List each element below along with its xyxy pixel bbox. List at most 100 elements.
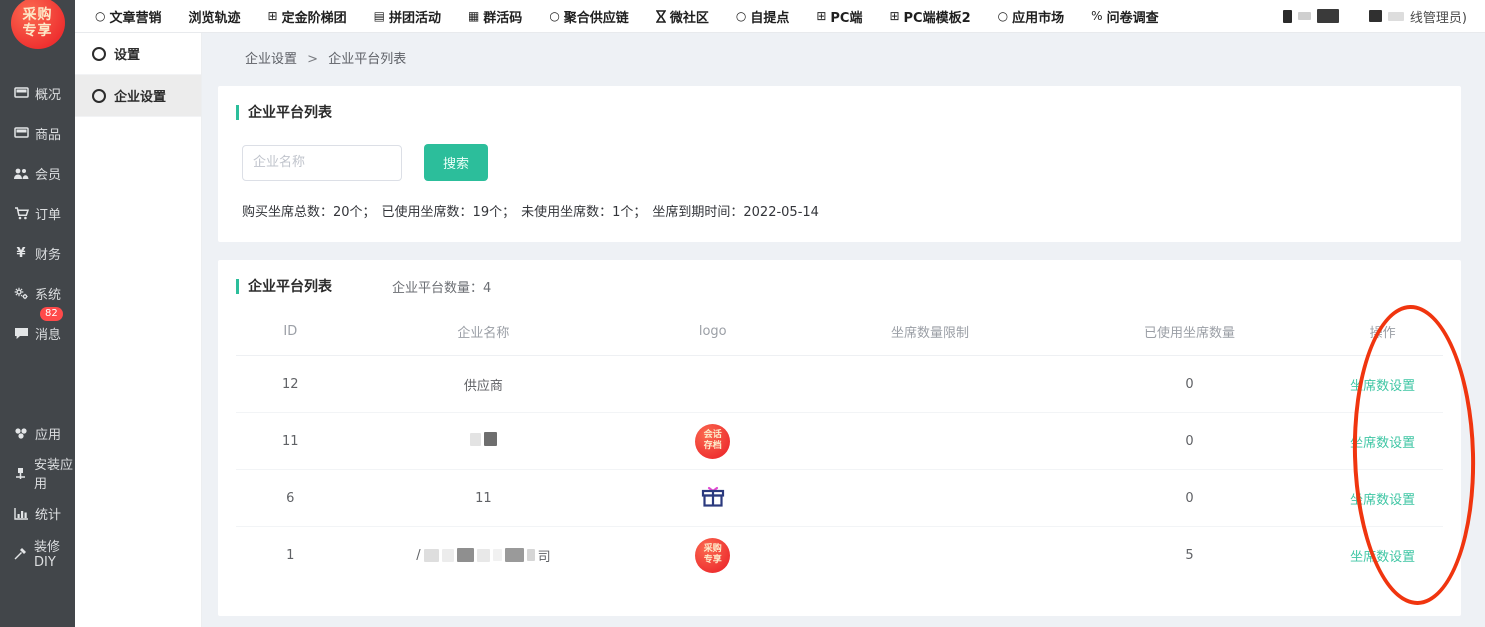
table-row: 6110坐席数设置 xyxy=(236,470,1443,527)
redaction-block xyxy=(1369,10,1382,22)
grid-icon: ▦ xyxy=(468,10,479,22)
nav-item-浏览轨迹[interactable]: 浏览轨迹 xyxy=(189,7,241,26)
nav-item-label: PC端模板2 xyxy=(904,7,971,26)
sidebar-item-安装应用[interactable]: 安装应用 xyxy=(0,453,75,493)
app-logo-line2: 专享 xyxy=(23,23,53,39)
sidebar-item-label: 财务 xyxy=(35,244,61,263)
cell-company-name: 供应商 xyxy=(345,356,623,413)
apps-icon xyxy=(13,427,29,440)
redaction-block xyxy=(484,432,497,446)
image-icon: ▤ xyxy=(374,10,385,22)
radio-circle-icon xyxy=(92,47,106,61)
user-role-text: 线管理员) xyxy=(1410,7,1467,26)
nav-item-PC端[interactable]: ⊞PC端 xyxy=(816,7,862,26)
sidebar-item-应用[interactable]: 应用 xyxy=(0,413,75,453)
nav-item-定金阶梯团[interactable]: ⊞定金阶梯团 xyxy=(268,7,347,26)
breadcrumb-item-current: 企业平台列表 xyxy=(328,52,406,67)
sidebar-item-装修DIY[interactable]: 装修DIY xyxy=(0,533,75,573)
seat-settings-link[interactable]: 坐席数设置 xyxy=(1350,436,1415,451)
table-row: 12供应商0坐席数设置 xyxy=(236,356,1443,413)
column-header-ID: ID xyxy=(236,310,345,356)
user-account[interactable]: 线管理员) xyxy=(1283,7,1485,26)
redaction-block xyxy=(1283,10,1292,23)
redaction-block xyxy=(442,549,454,562)
sidebar-item-会员[interactable]: 会员 xyxy=(0,153,75,193)
hourglass-icon xyxy=(656,10,666,23)
sidebar-item-label: 商品 xyxy=(35,124,61,143)
search-button[interactable]: 搜索 xyxy=(424,144,488,181)
gift-logo-icon xyxy=(700,484,726,512)
nav-item-label: 浏览轨迹 xyxy=(189,7,241,26)
cell-id: 12 xyxy=(236,356,345,413)
company-name-content xyxy=(470,432,497,446)
message-count-badge: 82 xyxy=(40,307,63,321)
nav-item-文章营销[interactable]: ○文章营销 xyxy=(95,7,162,26)
table-row: 1/司采购专享5坐席数设置 xyxy=(236,527,1443,584)
plus-square-icon: ⊞ xyxy=(816,10,826,22)
cell-used-seats: 5 xyxy=(1057,527,1323,584)
nav-item-PC端模板2[interactable]: ⊞PC端模板2 xyxy=(889,7,970,26)
sidebar-item-订单[interactable]: 订单 xyxy=(0,193,75,233)
breadcrumb-item-parent[interactable]: 企业设置 xyxy=(245,52,297,67)
company-name-text: 11 xyxy=(475,491,492,506)
subsidebar-item-设置[interactable]: 设置 xyxy=(75,33,201,75)
sidebar-item-财务[interactable]: ¥ 财务 xyxy=(0,233,75,273)
nav-item-问卷调查[interactable]: %问卷调查 xyxy=(1091,7,1158,26)
redaction-block xyxy=(457,548,474,562)
company-name-input[interactable] xyxy=(242,145,402,181)
nav-item-label: 聚合供应链 xyxy=(564,7,629,26)
sidebar-item-概况[interactable]: 概况 xyxy=(0,73,75,113)
cell-seat-limit xyxy=(803,470,1056,527)
cell-logo xyxy=(622,470,803,527)
table-row: 11会话存档0坐席数设置 xyxy=(236,413,1443,470)
main-content: 企业设置 > 企业平台列表 企业平台列表 搜索 购买坐席总数：20个；已使用坐席… xyxy=(201,33,1485,627)
redaction-block xyxy=(424,549,439,562)
sidebar-item-消息[interactable]: 消息82 xyxy=(0,313,75,353)
cell-logo: 会话存档 xyxy=(622,413,803,470)
subsidebar-item-企业设置[interactable]: 企业设置 xyxy=(75,75,201,117)
nav-item-拼团活动[interactable]: ▤ 拼团活动 xyxy=(374,7,441,26)
search-card-title: 企业平台列表 xyxy=(236,102,1443,122)
company-logo-badge: 采购专享 xyxy=(695,538,730,573)
nav-item-label: 微社区 xyxy=(670,7,709,26)
redaction-block xyxy=(470,433,481,446)
seat-settings-link[interactable]: 坐席数设置 xyxy=(1350,493,1415,508)
subsidebar-item-label: 设置 xyxy=(114,44,140,63)
nav-item-label: 拼团活动 xyxy=(389,7,441,26)
nav-item-label: 自提点 xyxy=(750,7,789,26)
sidebar-item-商品[interactable]: 商品 xyxy=(0,113,75,153)
nav-item-自提点[interactable]: ○自提点 xyxy=(736,7,790,26)
redaction-block xyxy=(1345,14,1363,18)
link-icon: % xyxy=(1091,10,1102,22)
nav-item-群活码[interactable]: ▦群活码 xyxy=(468,7,522,26)
breadcrumb: 企业设置 > 企业平台列表 xyxy=(201,33,1485,67)
logo-badge-line: 采购 xyxy=(704,544,722,555)
breadcrumb-separator: > xyxy=(307,52,318,67)
finance-icon: ¥ xyxy=(13,246,29,261)
cell-company-name: 11 xyxy=(345,470,623,527)
platform-list-card: 企业平台列表 企业平台数量：4 ID企业名称logo坐席数量限制已使用坐席数量操… xyxy=(218,260,1461,616)
redaction-block xyxy=(1388,12,1404,21)
app-logo-line1: 采购 xyxy=(23,7,53,23)
nav-item-label: 定金阶梯团 xyxy=(282,7,347,26)
nav-item-应用市场[interactable]: ○应用市场 xyxy=(998,7,1065,26)
radio-circle-icon xyxy=(92,89,106,103)
app-logo[interactable]: 采购 专享 xyxy=(11,0,65,49)
company-logo-badge: 会话存档 xyxy=(695,424,730,459)
section-accent-bar xyxy=(236,279,239,294)
sidebar-item-label: 统计 xyxy=(35,504,61,523)
stats-icon xyxy=(13,507,29,520)
company-name-content: 11 xyxy=(475,491,492,506)
circle-icon: ○ xyxy=(998,10,1008,22)
sidebar-item-系统[interactable]: 系统 xyxy=(0,273,75,313)
cell-company-name: /司 xyxy=(345,527,623,584)
sidebar-item-label: 订单 xyxy=(35,204,61,223)
sidebar-item-统计[interactable]: 统计 xyxy=(0,493,75,533)
seat-settings-link[interactable]: 坐席数设置 xyxy=(1350,379,1415,394)
redaction-block xyxy=(1298,12,1311,20)
orders-icon xyxy=(13,207,29,220)
cell-id: 6 xyxy=(236,470,345,527)
nav-item-聚合供应链[interactable]: ○聚合供应链 xyxy=(549,7,629,26)
seat-settings-link[interactable]: 坐席数设置 xyxy=(1350,550,1415,565)
nav-item-微社区[interactable]: 微社区 xyxy=(656,7,709,26)
